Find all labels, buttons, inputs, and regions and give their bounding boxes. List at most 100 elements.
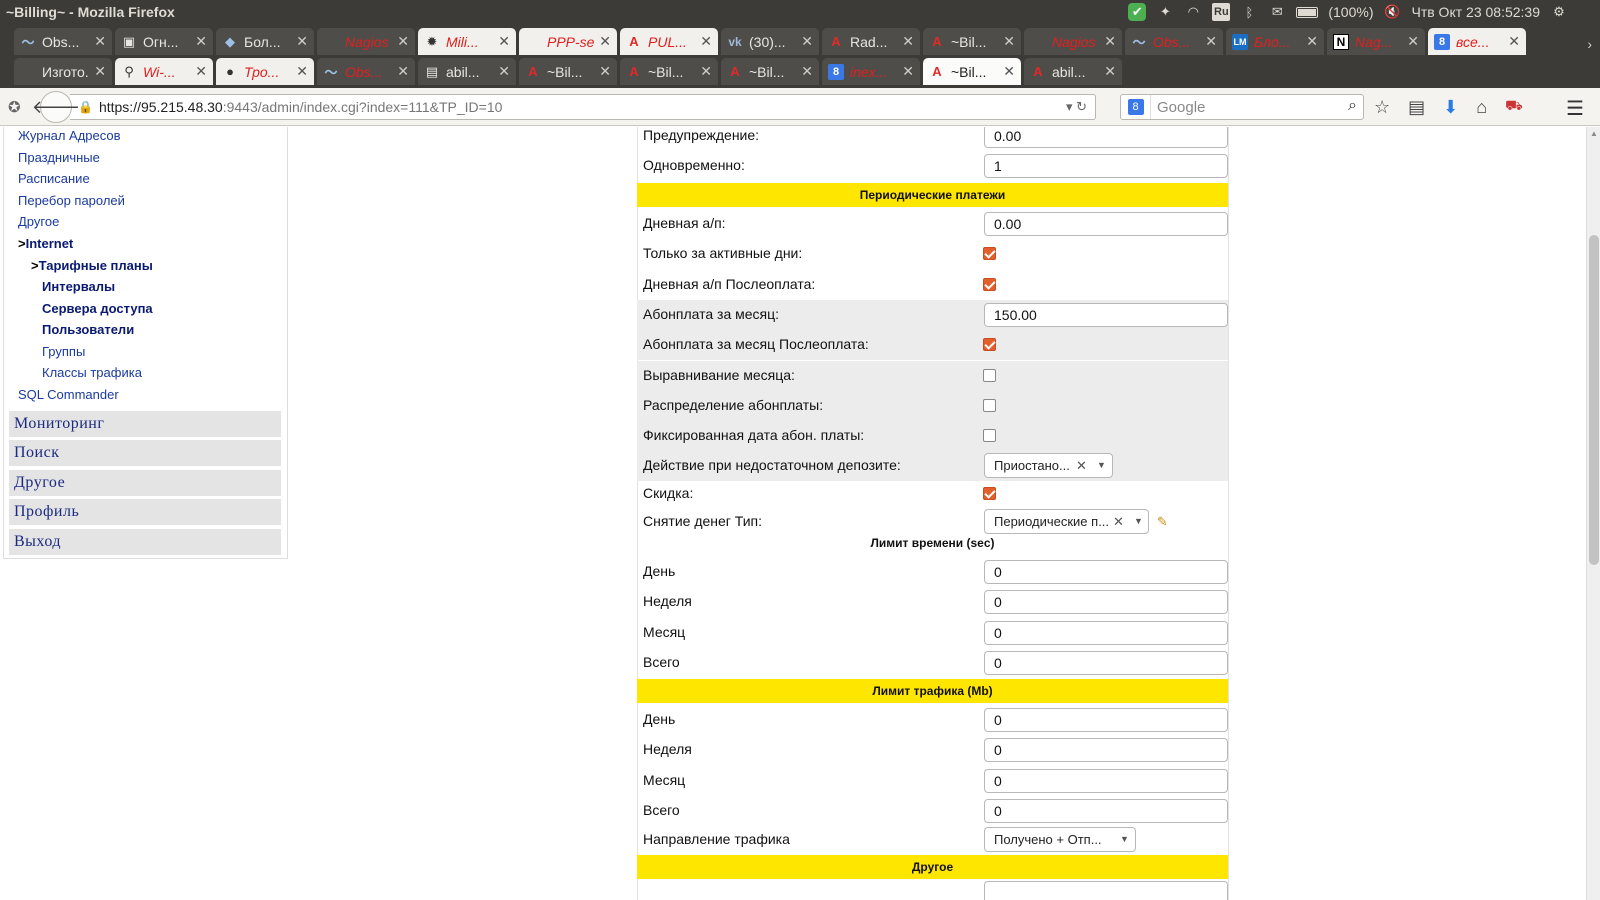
active-days-checkbox[interactable] — [983, 247, 996, 260]
back-button[interactable]: 🡐 — [32, 91, 80, 123]
traffic-day-input[interactable]: 0 — [984, 708, 1228, 732]
tab-close-icon[interactable]: ✕ — [801, 63, 813, 80]
time-month-input[interactable]: 0 — [984, 621, 1228, 645]
volume-muted-icon[interactable]: 🔇 — [1383, 3, 1401, 21]
reload-icon[interactable]: ▾ ↻ — [1066, 99, 1087, 115]
battery-icon[interactable] — [1296, 6, 1319, 18]
clock[interactable]: Чтв Окт 23 08:52:39 — [1411, 4, 1540, 20]
browser-tab[interactable]: A ~Bil... ✕ — [519, 58, 617, 85]
sidebar-link-tariff-plans[interactable]: >Тарифные планы — [31, 258, 153, 273]
search-icon[interactable]: ⌕ — [1348, 97, 1357, 115]
discount-checkbox[interactable] — [983, 487, 996, 500]
tab-close-icon[interactable]: ✕ — [801, 33, 813, 50]
chevron-down-icon[interactable]: ▼ — [1097, 454, 1106, 477]
tab-close-icon[interactable]: ✕ — [700, 63, 712, 80]
month-fee-postpaid-checkbox[interactable] — [983, 338, 996, 351]
browser-tab[interactable]: ▣ Огн... ✕ — [115, 28, 213, 55]
reading-list-icon[interactable]: ▤ — [1408, 97, 1425, 118]
scrollbar-thumb[interactable] — [1589, 235, 1599, 565]
month-align-checkbox[interactable] — [983, 369, 996, 382]
browser-tab[interactable]: A PUL... ✕ — [620, 28, 718, 55]
browser-tab[interactable]: 〜 Obs... ✕ — [317, 58, 415, 85]
search-bar[interactable]: 8 Google ⌕ — [1120, 94, 1364, 120]
sidebar-link-other[interactable]: Другое — [18, 214, 59, 229]
browser-tab[interactable]: Nagios ...✕ — [317, 28, 415, 55]
dropbox-icon[interactable]: ✦ — [1156, 3, 1174, 21]
browser-tab[interactable]: PPP-se...✕ — [519, 28, 617, 55]
clear-icon[interactable]: ✕ — [1113, 510, 1124, 533]
other-next-input[interactable] — [984, 881, 1228, 900]
day-fee-postpaid-checkbox[interactable] — [983, 278, 996, 291]
traffic-total-input[interactable]: 0 — [984, 799, 1228, 823]
bluetooth-icon[interactable]: ᛒ — [1240, 3, 1258, 21]
month-fee-input[interactable]: 150.00 — [984, 303, 1228, 327]
addon-icon[interactable]: ⛟ — [1505, 97, 1523, 118]
browser-tab[interactable]: ⚲ Wi-... ✕ — [115, 58, 213, 85]
home-icon[interactable]: ⌂ — [1476, 97, 1487, 118]
sidebar-link-password-bruteforce[interactable]: Перебор паролей — [18, 193, 125, 208]
identity-icon[interactable]: ✪ — [8, 98, 21, 116]
sidebar-link-sql-commander[interactable]: SQL Commander — [18, 387, 119, 402]
tab-close-icon[interactable]: ✕ — [599, 33, 611, 50]
edit-icon[interactable]: ✎ — [1157, 514, 1172, 529]
tab-close-icon[interactable]: ✕ — [1407, 33, 1419, 50]
tab-close-icon[interactable]: ✕ — [1205, 33, 1217, 50]
search-engine-selector[interactable]: 8 — [1121, 95, 1151, 119]
menu-monitoring[interactable]: Мониторинг — [9, 411, 281, 437]
sidebar-link-intervals[interactable]: Интервалы — [42, 279, 115, 294]
menu-logout[interactable]: Выход — [9, 529, 281, 555]
menu-profile[interactable]: Профиль — [9, 499, 281, 525]
lock-icon[interactable]: 🔒 — [78, 100, 93, 114]
tab-close-icon[interactable]: ✕ — [902, 63, 914, 80]
low-deposit-select[interactable]: Приостано... ✕ ▼ — [984, 453, 1113, 478]
traffic-direction-select[interactable]: Получено + Отп... ▼ — [984, 827, 1136, 852]
day-fee-input[interactable]: 0.00 — [984, 212, 1228, 236]
browser-tab[interactable]: Изгото...✕ — [14, 58, 112, 85]
browser-tab[interactable]: 〜 Obs... ✕ — [1125, 28, 1223, 55]
tab-close-icon[interactable]: ✕ — [1104, 63, 1116, 80]
browser-tab[interactable]: Nagios ...✕ — [1024, 28, 1122, 55]
tab-close-icon[interactable]: ✕ — [1306, 33, 1318, 50]
browser-tab[interactable]: A ~Bil... ✕ — [923, 28, 1021, 55]
vertical-scrollbar[interactable]: ▲ — [1586, 127, 1600, 900]
time-total-input[interactable]: 0 — [984, 651, 1228, 675]
tab-close-icon[interactable]: ✕ — [902, 33, 914, 50]
traffic-week-input[interactable]: 0 — [984, 738, 1228, 762]
browser-tab[interactable]: A ~Bil... ✕ — [620, 58, 718, 85]
fee-distribution-checkbox[interactable] — [983, 399, 996, 412]
hamburger-menu-icon[interactable]: ☰ — [1566, 96, 1584, 121]
browser-tab[interactable]: 〜 Obs... ✕ — [14, 28, 112, 55]
sidebar-link-traffic-classes[interactable]: Классы трафика — [42, 365, 142, 380]
power-gear-icon[interactable]: ⚙ — [1550, 3, 1568, 21]
tab-close-icon[interactable]: ✕ — [195, 63, 207, 80]
sidebar-link-address-log[interactable]: Журнал Адресов — [18, 128, 121, 143]
url-bar[interactable]: 🔒 https://95.215.48.30:9443/admin/index.… — [70, 94, 1096, 120]
tab-close-icon[interactable]: ✕ — [599, 63, 611, 80]
browser-tab[interactable]: N Nag... ✕ — [1327, 28, 1425, 55]
tab-scroll-right-icon[interactable]: › — [1587, 36, 1592, 52]
browser-tab[interactable]: ◆ Бол... ✕ — [216, 28, 314, 55]
clear-icon[interactable]: ✕ — [1076, 454, 1087, 477]
browser-tab[interactable]: Aabil... ✕ — [1024, 58, 1122, 85]
time-day-input[interactable]: 0 — [984, 560, 1228, 584]
sidebar-link-internet[interactable]: >Internet — [18, 236, 73, 251]
tab-close-icon[interactable]: ✕ — [498, 63, 510, 80]
tab-close-icon[interactable]: ✕ — [94, 63, 106, 80]
tab-close-icon[interactable]: ✕ — [1003, 63, 1015, 80]
download-icon[interactable]: ⬇ — [1443, 97, 1458, 118]
menu-other[interactable]: Другое — [9, 470, 281, 496]
tab-close-icon[interactable]: ✕ — [296, 63, 308, 80]
simultaneous-input[interactable]: 1 — [984, 154, 1228, 178]
sidebar-link-users[interactable]: Пользователи — [42, 322, 134, 337]
browser-tab[interactable]: ● Тро... ✕ — [216, 58, 314, 85]
browser-tab[interactable]: 8 все... ✕ — [1428, 28, 1526, 55]
tab-close-icon[interactable]: ✕ — [498, 33, 510, 50]
wifi-icon[interactable]: ◠ — [1184, 3, 1202, 21]
browser-tab[interactable]: LM Бло... ✕ — [1226, 28, 1324, 55]
browser-tab[interactable]: ✹ Mili... ✕ — [418, 28, 516, 55]
tab-close-icon[interactable]: ✕ — [1003, 33, 1015, 50]
browser-tab[interactable]: A ~Bil... ✕ — [923, 58, 1021, 85]
sidebar-link-schedule[interactable]: Расписание — [18, 171, 90, 186]
tab-close-icon[interactable]: ✕ — [397, 63, 409, 80]
browser-tab[interactable]: 8 inex... ✕ — [822, 58, 920, 85]
